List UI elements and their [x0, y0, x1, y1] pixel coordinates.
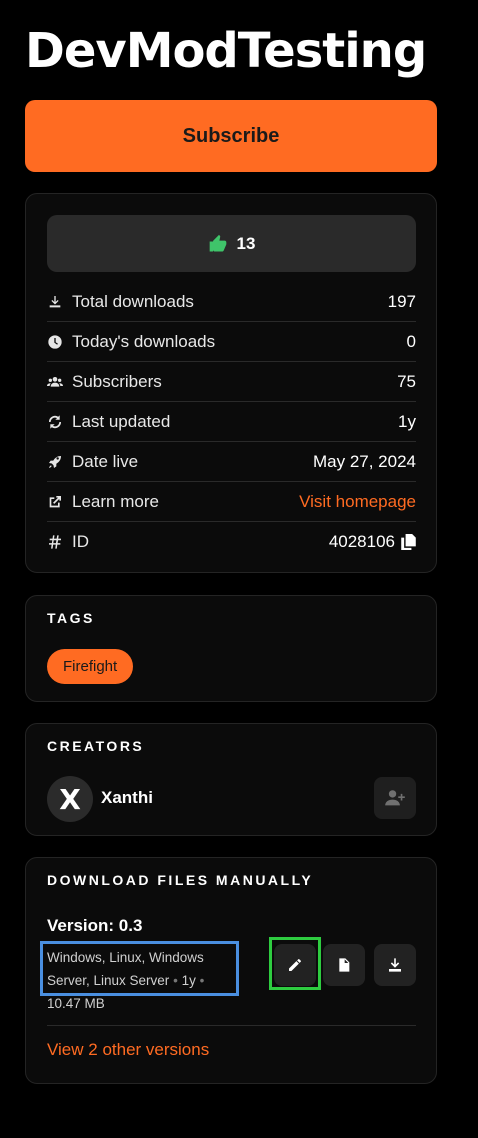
stat-row-learn-more: Learn more Visit homepage	[47, 482, 416, 522]
stat-label: Learn more	[72, 491, 159, 511]
stat-row-date-live: Date live May 27, 2024	[47, 442, 416, 482]
stat-label: Total downloads	[72, 291, 194, 311]
stat-value: 197	[387, 291, 416, 311]
stat-label: Last updated	[72, 411, 171, 431]
stat-value: 75	[397, 371, 416, 391]
stat-value: May 27, 2024	[312, 451, 416, 471]
download-files-card: DOWNLOAD FILES MANUALLY Version: 0.3 Win…	[25, 857, 437, 1084]
divider	[47, 1025, 416, 1026]
download-file-button[interactable]	[374, 944, 416, 986]
tags-heading: TAGS	[47, 610, 95, 626]
creator-name[interactable]: Xanthi	[101, 788, 153, 808]
stat-label: Date live	[72, 451, 139, 471]
stat-label: Today's downloads	[72, 331, 216, 351]
file-icon	[339, 958, 350, 972]
download-icon	[389, 958, 401, 972]
stat-row-todays-downloads: Today's downloads 0	[47, 322, 416, 362]
rocket-icon	[49, 455, 61, 468]
clock-icon	[48, 334, 62, 349]
view-file-button[interactable]	[323, 944, 365, 986]
platforms-highlight-box	[40, 941, 239, 996]
stat-label: ID	[72, 532, 89, 551]
stat-row-id: ID 4028106	[47, 522, 416, 562]
users-icon	[47, 376, 63, 387]
thumbs-up-icon	[209, 234, 226, 251]
edit-highlight-box	[269, 937, 321, 990]
download-files-heading: DOWNLOAD FILES MANUALLY	[47, 872, 314, 888]
stats-card: 13 Total downloads 197 Today's downloads…	[25, 193, 437, 573]
tags-card: TAGS Firefight	[25, 595, 437, 702]
view-other-versions-link[interactable]: View 2 other versions	[47, 1040, 209, 1060]
stat-value: 0	[406, 331, 416, 351]
copy-icon[interactable]	[401, 534, 416, 550]
add-user-icon	[385, 790, 405, 806]
creators-heading: CREATORS	[47, 738, 145, 754]
like-count: 13	[236, 233, 256, 253]
page-title: DevModTesting	[25, 23, 427, 79]
hash-icon	[49, 535, 61, 549]
stat-row-last-updated: Last updated 1y	[47, 402, 416, 442]
follow-creator-button[interactable]	[374, 777, 416, 819]
external-link-icon	[49, 495, 61, 507]
stat-row-total-downloads: Total downloads 197	[47, 282, 416, 322]
avatar[interactable]: X	[47, 776, 93, 822]
creators-card: CREATORS X Xanthi	[25, 723, 437, 836]
version-label: Version: 0.3	[47, 916, 143, 935]
tag-chip[interactable]: Firefight	[47, 649, 134, 684]
stat-label: Subscribers	[72, 371, 162, 391]
subscribe-button[interactable]: Subscribe	[25, 100, 437, 172]
like-button[interactable]: 13	[47, 215, 416, 272]
stat-value: 1y	[398, 411, 416, 431]
file-size: 10.47 MB	[47, 996, 105, 1011]
stat-value: 4028106	[328, 532, 395, 551]
refresh-icon	[48, 414, 62, 429]
visit-homepage-link[interactable]: Visit homepage	[299, 492, 416, 512]
download-icon	[49, 295, 61, 307]
stat-row-subscribers: Subscribers 75	[47, 362, 416, 402]
